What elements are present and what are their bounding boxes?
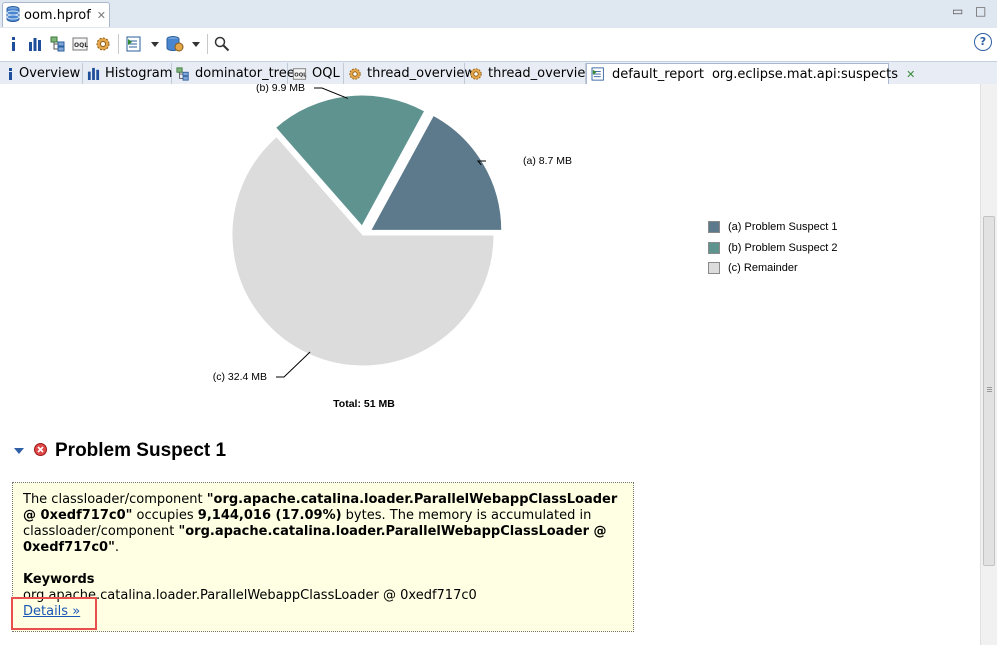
scrollbar-grip xyxy=(987,389,992,390)
vertical-scrollbar[interactable] xyxy=(980,84,997,645)
svg-text:OQL: OQL xyxy=(294,72,307,78)
tab-label: thread_overview xyxy=(367,66,476,81)
heap-query-icon[interactable] xyxy=(166,35,184,53)
tab-thread-overview[interactable]: thread_overview xyxy=(344,63,475,84)
maximize-icon[interactable]: □ xyxy=(975,4,986,18)
problem-suspect-description: The classloader/component "org.apache.ca… xyxy=(12,482,634,632)
pie-chart: (a) 8.7 MB (b) 9.9 MB (c) 32.4 MB Total: 5… xyxy=(213,84,572,410)
toolbar-separator xyxy=(118,34,119,54)
gear-icon[interactable] xyxy=(95,35,111,53)
chevron-down-icon[interactable] xyxy=(191,35,200,53)
tab-oql[interactable]: OQL OQL xyxy=(288,63,344,84)
tab-label: org.eclipse.mat.api:suspects xyxy=(711,66,899,82)
problem-suspect-header: Problem Suspect 1 xyxy=(14,440,226,462)
close-icon[interactable]: ✕ xyxy=(906,68,915,81)
tab-label: Overview xyxy=(19,66,81,81)
collapse-triangle-icon[interactable] xyxy=(14,444,24,458)
report-content: (a) 8.7 MB (b) 9.9 MB (c) 32.4 MB Total: 5… xyxy=(0,84,980,645)
highlight-box xyxy=(11,597,97,630)
tab-label: default_report xyxy=(612,66,704,82)
scrollbar-grip xyxy=(987,391,992,392)
summary-text: The classloader/component xyxy=(23,492,207,507)
chevron-down-icon[interactable] xyxy=(150,35,159,53)
database-icon xyxy=(6,5,20,25)
scrollbar-grip xyxy=(987,387,992,388)
legend-item-c: (c) Remainder xyxy=(708,262,798,274)
report-tabs: Overview Histogram dominator_tree OQL OQ… xyxy=(0,61,997,86)
dominator-tree-icon xyxy=(176,66,190,81)
legend-item-a: (a) Problem Suspect 1 xyxy=(708,221,837,233)
editor-tab-bar: oom.hprof ✕ ▭ □ xyxy=(0,0,997,29)
tab-histogram[interactable]: Histogram xyxy=(83,63,172,84)
minimize-icon[interactable]: ▭ xyxy=(952,4,963,18)
oql-icon: OQL xyxy=(292,67,307,81)
pie-total-label: Total: 51 MB xyxy=(333,398,395,410)
legend-swatch xyxy=(708,262,720,274)
legend-swatch xyxy=(708,221,720,233)
tab-label: dominator_tree xyxy=(195,66,295,81)
legend-label: (b) Problem Suspect 2 xyxy=(728,242,838,254)
pie-slice-label: (b) 9.9 MB xyxy=(256,84,305,94)
editor-tab-label: oom.hprof xyxy=(24,7,91,23)
histogram-icon xyxy=(87,67,100,80)
summary-text: . xyxy=(114,540,120,555)
search-icon[interactable] xyxy=(214,35,230,53)
histogram-icon[interactable] xyxy=(27,35,43,53)
tab-overview[interactable]: Overview xyxy=(2,63,83,84)
pie-label-leader xyxy=(276,351,311,378)
retained-size: 9,144,016 (17.09%) xyxy=(197,508,342,523)
legend-item-b: (b) Problem Suspect 2 xyxy=(708,242,837,254)
oql-icon[interactable]: OQL xyxy=(72,35,88,53)
toolbar: OQL xyxy=(0,28,997,60)
info-icon xyxy=(6,67,14,81)
tab-dominator-tree[interactable]: dominator_tree xyxy=(172,63,295,84)
keyword-value: org.apache.catalina.loader.ParallelWebap… xyxy=(23,588,477,603)
tab-label: Histogram xyxy=(105,66,173,81)
toolbar-separator xyxy=(207,34,208,54)
pie-label-leader xyxy=(314,87,348,99)
legend-label: (c) Remainder xyxy=(728,262,798,274)
help-icon[interactable]: ? xyxy=(974,33,992,51)
legend-swatch xyxy=(708,242,720,254)
tab-thread-overview-2[interactable]: thread_overview xyxy=(465,63,596,84)
pie-slice-label: (c) 32.4 MB xyxy=(213,371,267,383)
tab-label: thread_overview xyxy=(488,66,597,81)
dominator-tree-icon[interactable] xyxy=(50,35,66,53)
suspect-summary: The classloader/component "org.apache.ca… xyxy=(23,492,623,556)
problem-suspect-title: Problem Suspect 1 xyxy=(55,440,227,461)
scrollbar-thumb[interactable] xyxy=(983,216,995,566)
tab-label: OQL xyxy=(312,66,340,81)
svg-text:OQL: OQL xyxy=(74,42,88,49)
close-icon[interactable]: ✕ xyxy=(97,9,106,22)
summary-text: occupies xyxy=(132,508,198,523)
error-icon xyxy=(34,443,47,459)
gear-icon xyxy=(469,67,483,81)
run-report-icon[interactable] xyxy=(126,35,144,53)
report-icon xyxy=(591,67,607,81)
tab-default-report-suspects[interactable]: default_report org.eclipse.mat.api:suspe… xyxy=(586,63,915,84)
legend-label: (a) Problem Suspect 1 xyxy=(728,221,838,233)
pie-slice-label: (a) 8.7 MB xyxy=(523,155,572,167)
gear-icon xyxy=(348,67,362,81)
editor-tab-oom-hprof[interactable]: oom.hprof ✕ xyxy=(2,2,110,27)
info-icon[interactable] xyxy=(6,35,20,53)
keywords-heading: Keywords xyxy=(23,572,95,587)
